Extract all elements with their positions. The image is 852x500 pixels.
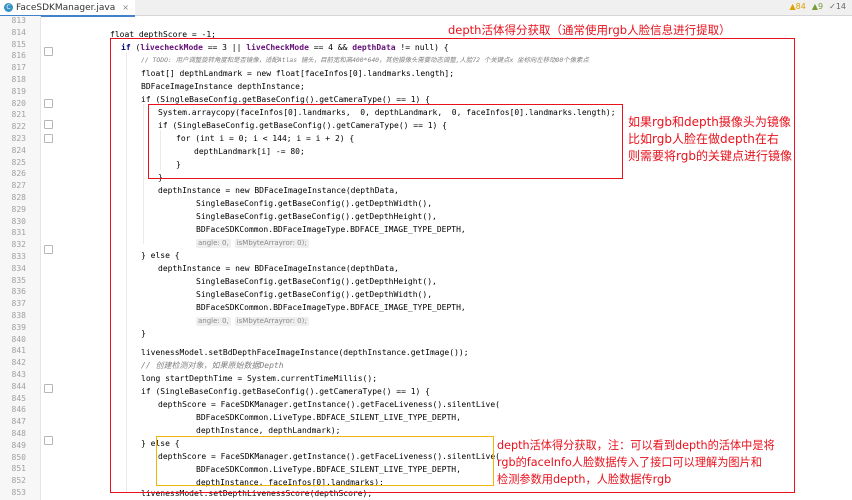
- depth-liveness-annotation-box: [156, 436, 494, 486]
- fold-marker[interactable]: [44, 436, 53, 445]
- fold-marker[interactable]: [44, 384, 53, 393]
- java-class-icon: C: [4, 3, 13, 12]
- annotation-top: depth活体得分获取（通常使用rgb人脸信息进行提取）: [448, 23, 731, 37]
- mirror-annotation-box: [148, 104, 623, 179]
- line-number: 853: [11, 488, 26, 497]
- close-icon[interactable]: ×: [122, 1, 129, 15]
- fold-marker[interactable]: [44, 99, 53, 108]
- fold-marker[interactable]: [44, 47, 53, 56]
- fold-marker[interactable]: [44, 120, 53, 129]
- fold-marker[interactable]: [44, 245, 53, 254]
- warning-count[interactable]: ▲84: [790, 2, 806, 11]
- fold-marker[interactable]: [44, 134, 53, 143]
- typo-count[interactable]: ✓14: [829, 2, 846, 11]
- annotation-depth-2: rgb的faceInfo人脸数据传入了接口可以理解为图片和: [497, 456, 762, 469]
- inspection-widget[interactable]: ▲84 ▲9 ✓14: [790, 2, 846, 11]
- weak-warning-count[interactable]: ▲9: [812, 2, 823, 11]
- annotation-depth-1: depth活体得分获取，注：可以看到depth的活体中是将: [497, 439, 775, 452]
- annotation-mirror-1: 如果rgb和depth摄像头为镜像: [628, 115, 791, 129]
- annotation-depth-3: 检测参数用depth，人脸数据传rgb: [497, 473, 672, 486]
- tab-label: FaceSDKManager.java: [16, 2, 116, 13]
- annotation-mirror-3: 则需要将rgb的关键点进行镜像: [628, 149, 792, 163]
- annotation-mirror-2: 比如rgb人脸在做depth在右: [628, 132, 779, 146]
- editor-tab-bar: C FaceSDKManager.java × ▲84 ▲9 ✓14: [0, 0, 852, 17]
